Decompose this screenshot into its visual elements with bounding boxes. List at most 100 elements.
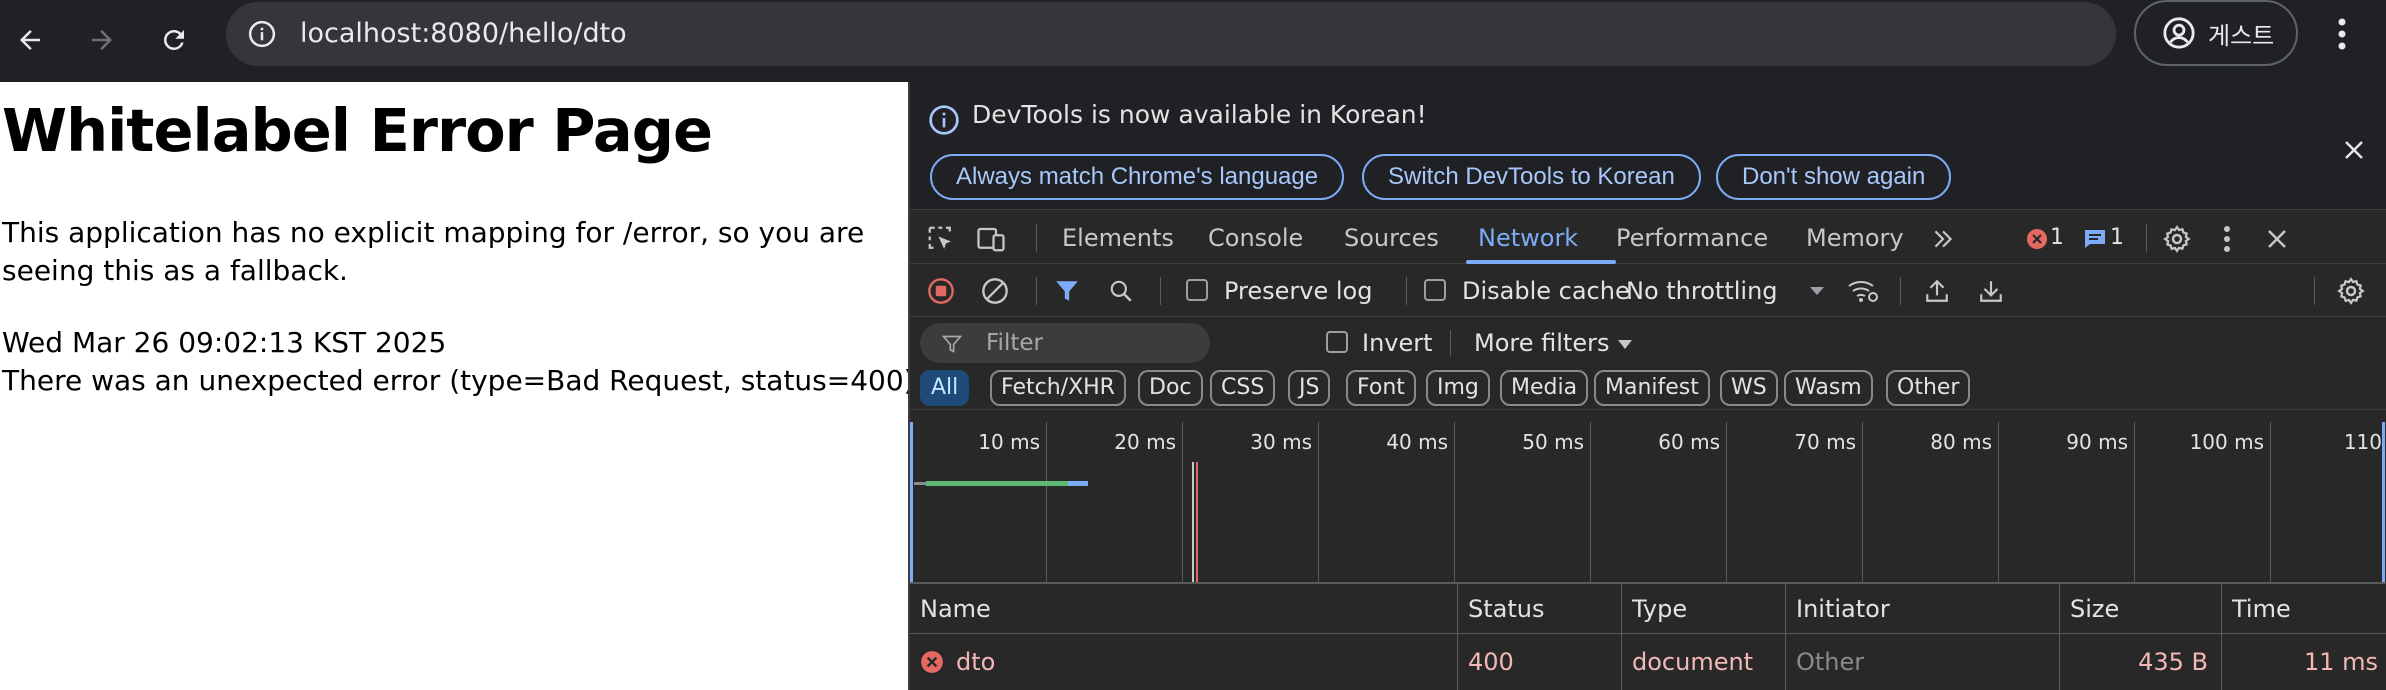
disable-cache-label: Disable cache	[1462, 277, 1630, 305]
devtools-panel: DevTools is now available in Korean! Alw…	[908, 82, 2386, 690]
invert-checkbox[interactable]	[1326, 331, 1348, 353]
column-header-initiator[interactable]: Initiator	[1786, 584, 1890, 634]
preserve-log-label: Preserve log	[1224, 277, 1373, 305]
network-requests-table: Name Status Type Initiator Size Time dto…	[910, 584, 2386, 690]
tab-elements[interactable]: Elements	[1062, 212, 1174, 264]
column-header-time[interactable]: Time	[2222, 584, 2291, 634]
inspect-element-button[interactable]	[924, 222, 958, 256]
funnel-icon	[1056, 281, 1078, 301]
preserve-log-checkbox[interactable]	[1186, 279, 1208, 301]
tab-sources[interactable]: Sources	[1344, 212, 1439, 264]
filter-input[interactable]: Filter	[920, 323, 1210, 363]
network-conditions-button[interactable]	[1846, 274, 1880, 308]
stop-record-icon	[928, 278, 954, 304]
column-header-name[interactable]: Name	[910, 584, 991, 634]
timeline-right-handle[interactable]	[2382, 422, 2385, 582]
record-button[interactable]	[924, 274, 958, 308]
network-settings-button[interactable]	[2334, 274, 2368, 308]
devtools-menu-button[interactable]	[2210, 222, 2244, 256]
browser-menu-button[interactable]	[2322, 6, 2362, 62]
dont-show-again-button[interactable]: Don't show again	[1716, 154, 1952, 200]
network-overview-timeline[interactable]: 10 ms 20 ms 30 ms 40 ms 50 ms 60 ms 70 m…	[910, 422, 2386, 584]
error-icon	[2027, 229, 2047, 249]
always-match-language-button[interactable]: Always match Chrome's language	[930, 154, 1345, 200]
request-name[interactable]: dto	[956, 634, 995, 690]
switch-to-korean-button[interactable]: Switch DevTools to Korean	[1362, 154, 1701, 200]
device-toolbar-button[interactable]	[974, 222, 1008, 256]
column-header-status[interactable]: Status	[1458, 584, 1544, 634]
table-header: Name Status Type Initiator Size Time	[910, 584, 2386, 634]
tab-console[interactable]: Console	[1208, 212, 1303, 264]
more-tabs-button[interactable]	[1926, 222, 1960, 256]
funnel-icon	[942, 335, 962, 353]
clear-button[interactable]	[978, 274, 1012, 308]
infobar-close-button[interactable]	[2334, 130, 2374, 170]
site-info-icon[interactable]	[242, 14, 282, 54]
tick-label: 80 ms	[1930, 430, 1992, 454]
close-icon	[2345, 141, 2363, 159]
request-initiator: Other	[1796, 648, 1865, 676]
error-count: 1	[2050, 225, 2064, 250]
type-filter-ws[interactable]: WS	[1720, 370, 1778, 406]
type-filter-media[interactable]: Media	[1500, 370, 1589, 406]
tick-label: 10 ms	[978, 430, 1040, 454]
type-filter-wasm[interactable]: Wasm	[1784, 370, 1873, 406]
type-filter-doc[interactable]: Doc	[1138, 370, 1203, 406]
separator	[2146, 224, 2147, 252]
reload-button[interactable]	[144, 10, 204, 70]
inspect-icon	[928, 226, 951, 249]
type-filter-other[interactable]: Other	[1886, 370, 1971, 406]
page-title: Whitelabel Error Page	[2, 96, 713, 165]
type-filter-img[interactable]: Img	[1426, 370, 1490, 406]
url-text[interactable]: localhost:8080/hello/dto	[300, 2, 627, 66]
more-vert-icon	[2224, 226, 2230, 252]
address-bar[interactable]: localhost:8080/hello/dto	[226, 2, 2116, 66]
request-type: document	[1632, 648, 1754, 676]
profile-button[interactable]: 게스트	[2134, 0, 2298, 66]
type-filter-font[interactable]: Font	[1346, 370, 1416, 406]
tab-performance[interactable]: Performance	[1616, 212, 1768, 264]
more-filters-dropdown[interactable]: More filters	[1474, 318, 1609, 368]
close-icon	[2268, 230, 2286, 248]
error-detail: There was an unexpected error (type=Bad …	[2, 364, 908, 397]
column-header-type[interactable]: Type	[1622, 584, 1687, 634]
throttling-select[interactable]: No throttling	[1626, 265, 1778, 317]
disable-cache-checkbox[interactable]	[1424, 279, 1446, 301]
type-filter-css[interactable]: CSS	[1210, 370, 1276, 406]
error-count-badge[interactable]	[2020, 222, 2054, 256]
column-header-size[interactable]: Size	[2060, 584, 2119, 634]
devtools-settings-button[interactable]	[2160, 222, 2194, 256]
devtools-close-button[interactable]	[2260, 222, 2294, 256]
error-icon	[921, 651, 943, 673]
info-icon	[929, 105, 959, 135]
table-row[interactable]: dto 400 document Other 435 B 11 ms	[910, 634, 2386, 690]
message-icon	[2085, 230, 2105, 248]
device-icon	[977, 227, 1005, 252]
timeline-left-handle[interactable]	[910, 422, 913, 582]
import-har-button[interactable]	[1920, 274, 1954, 308]
back-button[interactable]	[0, 10, 60, 70]
tab-memory[interactable]: Memory	[1806, 212, 1904, 264]
search-button[interactable]	[1104, 274, 1138, 308]
type-filter-all[interactable]: All	[920, 370, 970, 406]
request-size: 435 B	[2138, 648, 2208, 676]
separator	[2314, 277, 2315, 305]
filter-toggle-button[interactable]	[1050, 274, 1084, 308]
user-icon	[2163, 17, 2195, 49]
page-content: Whitelabel Error Page This application h…	[0, 82, 908, 690]
tick-label: 100 ms	[2189, 430, 2264, 454]
message-count-badge[interactable]	[2078, 222, 2112, 256]
separator	[1160, 277, 1161, 305]
resource-type-filters: All Fetch/XHR Doc CSS JS Font Img Media …	[910, 368, 2386, 410]
tab-network[interactable]: Network	[1478, 212, 1578, 264]
type-filter-manifest[interactable]: Manifest	[1594, 370, 1710, 406]
type-filter-fetch-xhr[interactable]: Fetch/XHR	[990, 370, 1126, 406]
language-infobar: DevTools is now available in Korean! Alw…	[910, 82, 2386, 210]
type-filter-js[interactable]: JS	[1288, 370, 1331, 406]
forward-button[interactable]	[72, 10, 132, 70]
more-vert-icon	[2338, 18, 2346, 50]
export-har-button[interactable]	[1974, 274, 2008, 308]
tick-label: 110	[2343, 430, 2382, 454]
separator	[1036, 277, 1037, 305]
request-bar-queue	[914, 482, 926, 485]
